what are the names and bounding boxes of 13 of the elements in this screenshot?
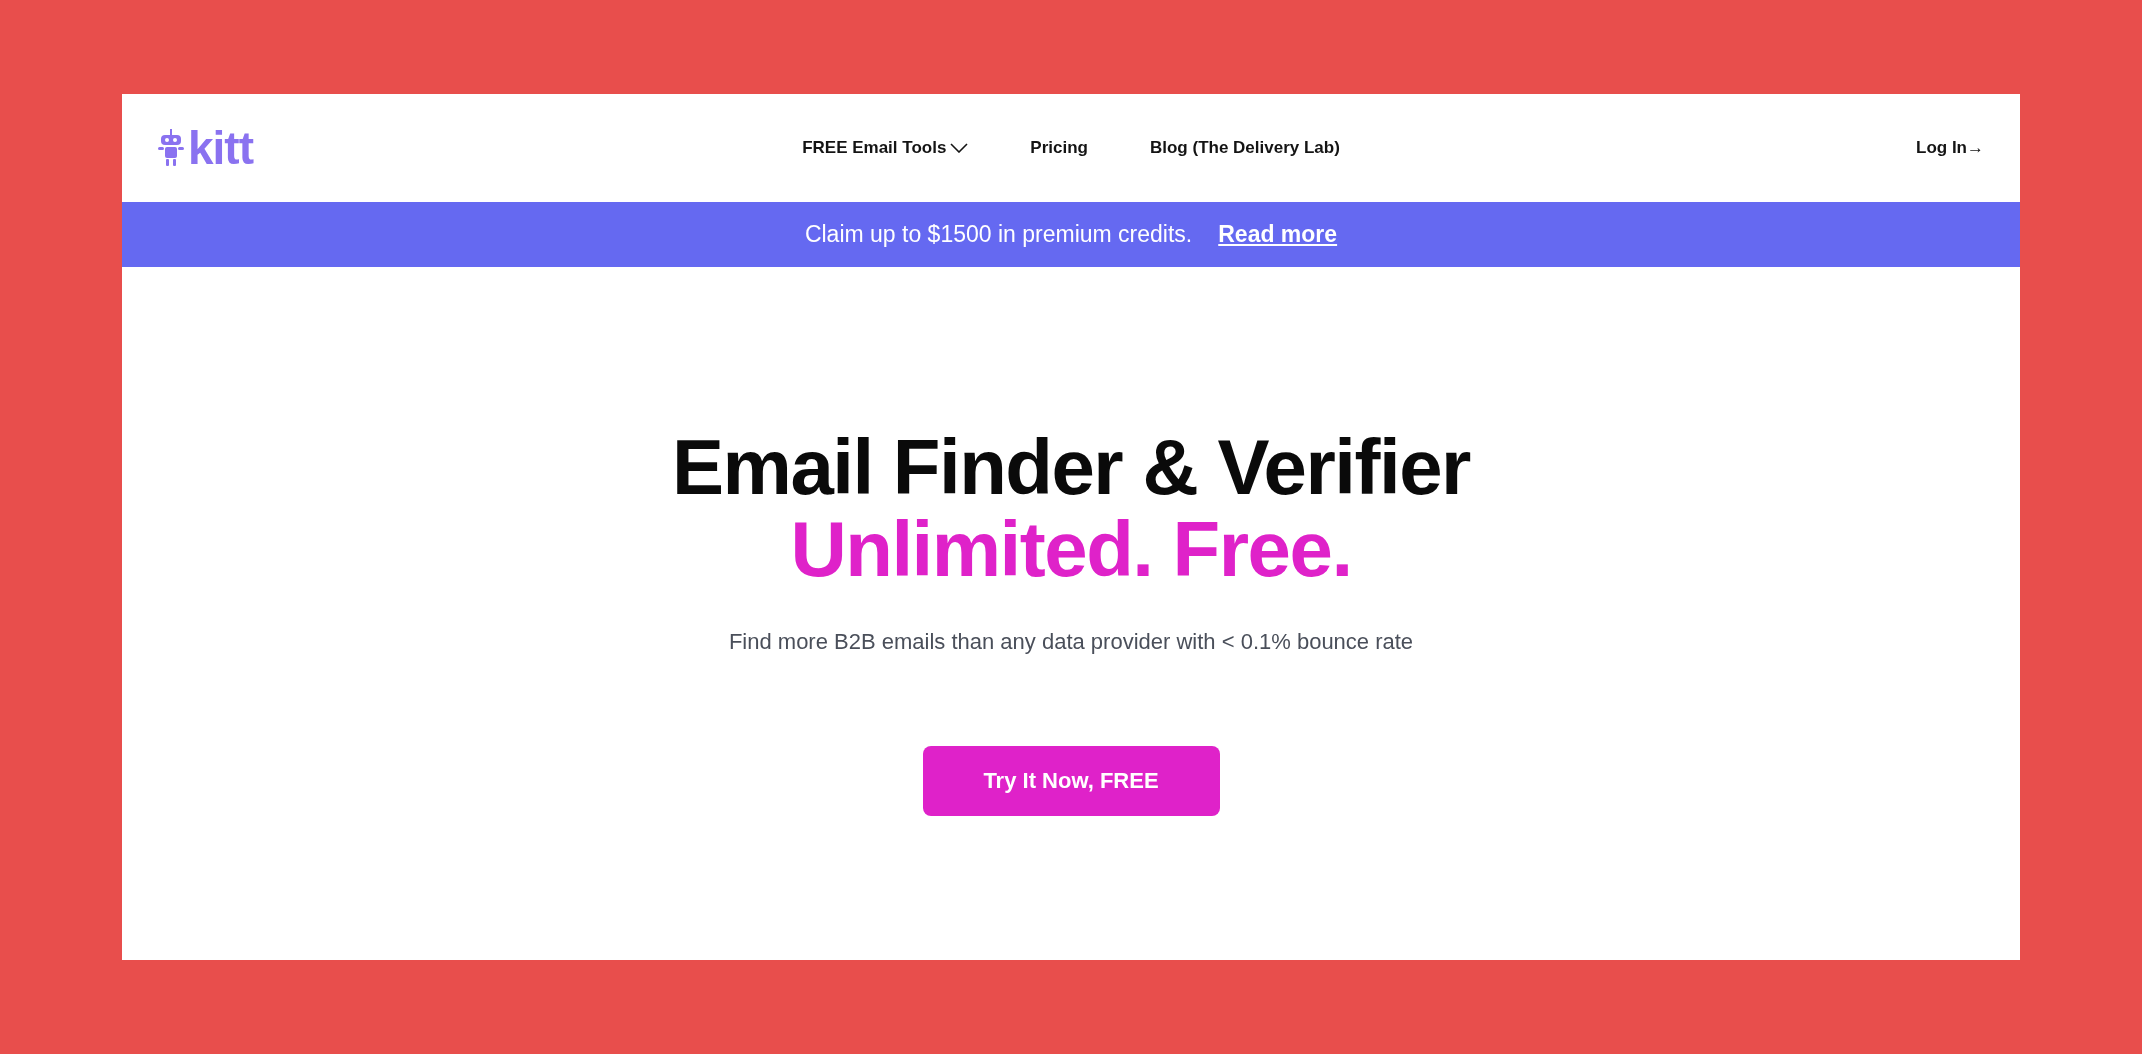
hero-title: Email Finder & Verifier	[672, 427, 1470, 509]
hero-subtitle: Find more B2B emails than any data provider with < 0.1% bounce rate	[728, 627, 1414, 656]
robot-icon	[158, 129, 184, 167]
dropdown-toggle[interactable]: FREE Email Tools	[802, 135, 969, 161]
nav-link[interactable]: Blog (The Delivery Lab)	[1150, 135, 1340, 161]
hero-highlight: Unlimited. Free.	[790, 508, 1352, 591]
login-link[interactable]: Log In→	[1916, 135, 1984, 161]
try-now-button[interactable]: Try It Now, FREE	[922, 745, 1220, 816]
nav-link[interactable]: Pricing	[1030, 135, 1088, 161]
chevron-down-icon	[950, 143, 969, 153]
promo-text: Claim up to $1500 in premium credits.	[804, 220, 1193, 250]
logo-text[interactable]: kitt	[188, 125, 253, 171]
read-more-link[interactable]: Read more	[1218, 217, 1338, 252]
